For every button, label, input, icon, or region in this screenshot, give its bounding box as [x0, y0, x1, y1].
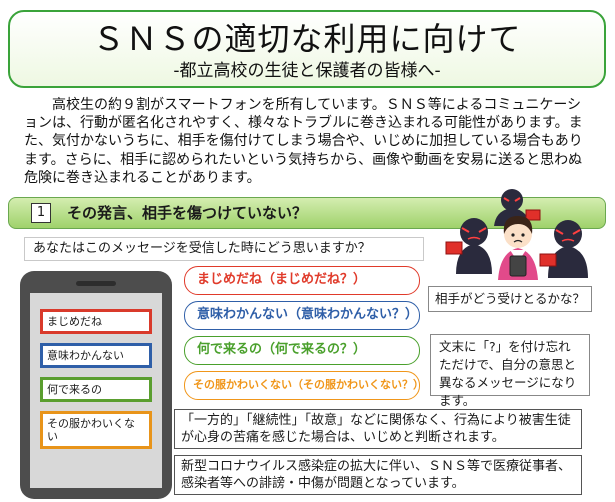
- bullying-definition-box: 「一方的」「継続性」「故意」などに関係なく、行為により被害生徒が心身の苦痛を感じ…: [174, 409, 582, 449]
- side-question: 相手がどう受けとるかな？: [428, 286, 592, 312]
- shadow-figure-left: [445, 218, 492, 274]
- section-title: その発言、相手を傷つけていない？: [67, 204, 308, 222]
- bubble-imi: 意味わかんない（意味わかんない？）: [184, 301, 420, 330]
- phone-message: 何で来るの: [40, 377, 152, 402]
- phone-speaker: [76, 281, 116, 286]
- page-subtitle: -都立高校の生徒と保護者の皆様へ-: [173, 61, 441, 81]
- intro-paragraph: 高校生の約９割がスマートフォンを所有しています。ＳＮＳ等によるコミュニケーション…: [24, 97, 583, 186]
- phone-message: まじめだね: [40, 309, 152, 334]
- bubble-fuku: その服かわいくない（その服かわいくない？）: [184, 371, 424, 400]
- bubble-majime: まじめだね（まじめだね？）: [184, 266, 420, 295]
- title-banner: ＳＮＳの適切な利用に向けて -都立高校の生徒と保護者の皆様へ-: [8, 10, 606, 88]
- bubble-nande: 何で来るの（何で来るの？）: [184, 336, 420, 365]
- phone-screen: まじめだね 意味わかんない 何で来るの その服かわいくない: [30, 293, 162, 488]
- section-number: 1: [31, 203, 51, 223]
- side-note: 文末に「?」を付け忘れただけで、自分の意思と異なるメッセージになります。: [430, 334, 590, 408]
- question-prompt: あなたはこのメッセージを受信した時にどう思いますか？: [24, 237, 424, 261]
- covid-slander-box: 新型コロナウイルス感染症の拡大に伴い、ＳＮＳ等で医療従事者、感染者等への誹謗・中…: [174, 455, 582, 495]
- shadow-figure-right: [539, 220, 588, 278]
- smartphone-illustration: まじめだね 意味わかんない 何で来るの その服かわいくない: [20, 271, 172, 499]
- page-title: ＳＮＳの適切な利用に向けて: [92, 20, 522, 58]
- phone-message: その服かわいくない: [40, 411, 152, 449]
- cyberbullying-illustration: [445, 189, 588, 280]
- phone-message: 意味わかんない: [40, 343, 152, 368]
